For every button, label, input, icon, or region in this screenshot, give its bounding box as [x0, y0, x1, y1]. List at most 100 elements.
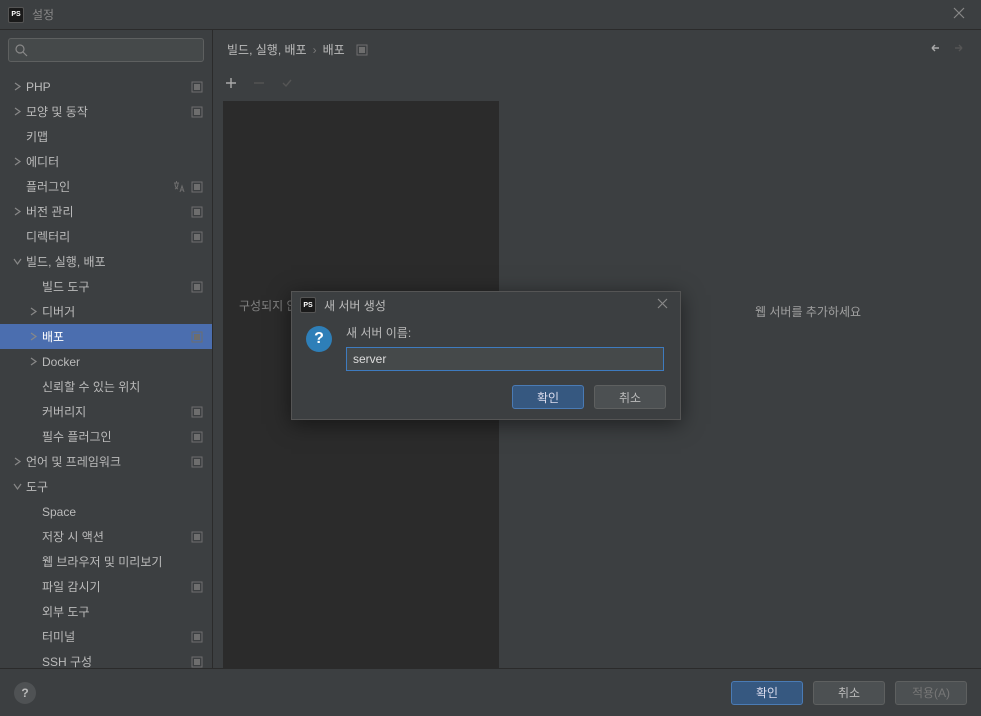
chevron-right-icon — [10, 205, 24, 219]
sidebar-item[interactable]: 키맵 — [0, 124, 212, 149]
chevron-right-icon — [10, 80, 24, 94]
back-icon[interactable] — [927, 41, 941, 58]
forward-icon — [953, 41, 967, 58]
sidebar-item[interactable]: 필수 플러그인 — [0, 424, 212, 449]
sidebar-item[interactable]: PHP — [0, 74, 212, 99]
sidebar-item[interactable]: 터미널 — [0, 624, 212, 649]
add-server-hint: 웹 서버를 추가하세요 — [755, 303, 861, 320]
project-settings-icon — [355, 43, 369, 57]
sidebar-item[interactable]: Space — [0, 499, 212, 524]
app-icon: PS — [8, 7, 24, 23]
apply-button[interactable]: 적용(A) — [895, 681, 967, 705]
sidebar-item[interactable]: 언어 및 프레임워크 — [0, 449, 212, 474]
chevron-right-icon — [26, 305, 40, 319]
chevron-down-icon — [10, 480, 24, 494]
sidebar-item[interactable]: SSH 구성 — [0, 649, 212, 668]
sidebar-item-label: Docker — [42, 355, 212, 369]
sidebar-item-label: 터미널 — [42, 628, 190, 645]
chevron-right-icon — [26, 330, 40, 344]
search-icon — [15, 44, 28, 57]
breadcrumb-part: 배포 — [323, 41, 345, 58]
sidebar-item-label: 버전 관리 — [26, 203, 190, 220]
sidebar-item-label: 플러그인 — [26, 178, 172, 195]
sidebar-item-label: SSH 구성 — [42, 653, 190, 668]
project-settings-icon — [190, 405, 204, 419]
project-settings-icon — [190, 580, 204, 594]
sidebar-item[interactable]: 외부 도구 — [0, 599, 212, 624]
project-settings-icon — [190, 80, 204, 94]
chevron-right-icon — [10, 455, 24, 469]
footer: ? 확인 취소 적용(A) — [0, 668, 981, 716]
close-icon[interactable] — [945, 2, 973, 28]
sidebar-item-label: 필수 플러그인 — [42, 428, 190, 445]
sidebar-item-label: 도구 — [26, 478, 212, 495]
close-icon[interactable] — [653, 296, 672, 314]
dialog-title: 새 서버 생성 — [324, 297, 386, 314]
add-button[interactable] — [223, 75, 239, 91]
project-settings-icon — [190, 455, 204, 469]
help-button[interactable]: ? — [14, 682, 36, 704]
settings-sidebar: PHP 모양 및 동작키맵에디터플러그인버전 관리디렉터리빌드, 실행, 배포빌드… — [0, 30, 213, 668]
new-server-dialog: PS 새 서버 생성 ? 새 서버 이름: 확인 취소 — [291, 291, 681, 420]
cancel-button[interactable]: 취소 — [813, 681, 885, 705]
sidebar-item-label: 빌드, 실행, 배포 — [26, 253, 212, 270]
sidebar-item[interactable]: 빌드, 실행, 배포 — [0, 249, 212, 274]
project-settings-icon — [190, 655, 204, 669]
sidebar-item-label: 신뢰할 수 있는 위치 — [42, 378, 212, 395]
project-settings-icon — [190, 205, 204, 219]
server-name-label: 새 서버 이름: — [346, 324, 666, 341]
project-settings-icon — [190, 105, 204, 119]
sidebar-item[interactable]: 파일 감시기 — [0, 574, 212, 599]
breadcrumb: 빌드, 실행, 배포 › 배포 — [227, 41, 377, 58]
sidebar-item-label: 에디터 — [26, 153, 212, 170]
sidebar-item[interactable]: 디버거 — [0, 299, 212, 324]
sidebar-item-label: 웹 브라우저 및 미리보기 — [42, 553, 212, 570]
question-icon: ? — [306, 326, 332, 352]
project-settings-icon — [190, 230, 204, 244]
sidebar-item[interactable]: 저장 시 액션 — [0, 524, 212, 549]
sidebar-item-label: PHP — [26, 80, 190, 94]
remove-button — [251, 75, 267, 91]
sidebar-item[interactable]: 빌드 도구 — [0, 274, 212, 299]
sidebar-item-label: 키맵 — [26, 128, 212, 145]
apply-check-icon — [279, 75, 295, 91]
chevron-right-icon — [10, 155, 24, 169]
chevron-right-icon: › — [313, 43, 317, 57]
sidebar-item[interactable]: Docker — [0, 349, 212, 374]
sidebar-item-label: Space — [42, 505, 212, 519]
sidebar-item-label: 빌드 도구 — [42, 278, 190, 295]
sidebar-item-label: 배포 — [42, 328, 190, 345]
chevron-right-icon — [26, 355, 40, 369]
project-settings-icon — [190, 180, 204, 194]
titlebar: PS 설정 — [0, 0, 981, 30]
translate-icon — [172, 180, 186, 194]
sidebar-item-label: 외부 도구 — [42, 603, 212, 620]
sidebar-item-label: 디버거 — [42, 303, 212, 320]
sidebar-item[interactable]: 웹 브라우저 및 미리보기 — [0, 549, 212, 574]
search-input[interactable] — [8, 38, 204, 62]
sidebar-item[interactable]: 커버리지 — [0, 399, 212, 424]
sidebar-item[interactable]: 에디터 — [0, 149, 212, 174]
sidebar-item-label: 커버리지 — [42, 403, 190, 420]
app-icon: PS — [300, 297, 316, 313]
server-name-input[interactable] — [346, 347, 664, 371]
sidebar-item[interactable]: 도구 — [0, 474, 212, 499]
dialog-ok-button[interactable]: 확인 — [512, 385, 584, 409]
sidebar-item[interactable]: 버전 관리 — [0, 199, 212, 224]
sidebar-item[interactable]: 모양 및 동작 — [0, 99, 212, 124]
window-title: 설정 — [32, 6, 54, 23]
project-settings-icon — [190, 530, 204, 544]
sidebar-item[interactable]: 신뢰할 수 있는 위치 — [0, 374, 212, 399]
chevron-right-icon — [10, 105, 24, 119]
sidebar-item-label: 언어 및 프레임워크 — [26, 453, 190, 470]
ok-button[interactable]: 확인 — [731, 681, 803, 705]
sidebar-item[interactable]: 디렉터리 — [0, 224, 212, 249]
sidebar-item-label: 저장 시 액션 — [42, 528, 190, 545]
sidebar-item[interactable]: 배포 — [0, 324, 212, 349]
chevron-down-icon — [10, 255, 24, 269]
sidebar-item-label: 파일 감시기 — [42, 578, 190, 595]
sidebar-item[interactable]: 플러그인 — [0, 174, 212, 199]
breadcrumb-part: 빌드, 실행, 배포 — [227, 41, 307, 58]
dialog-cancel-button[interactable]: 취소 — [594, 385, 666, 409]
project-settings-icon — [190, 630, 204, 644]
